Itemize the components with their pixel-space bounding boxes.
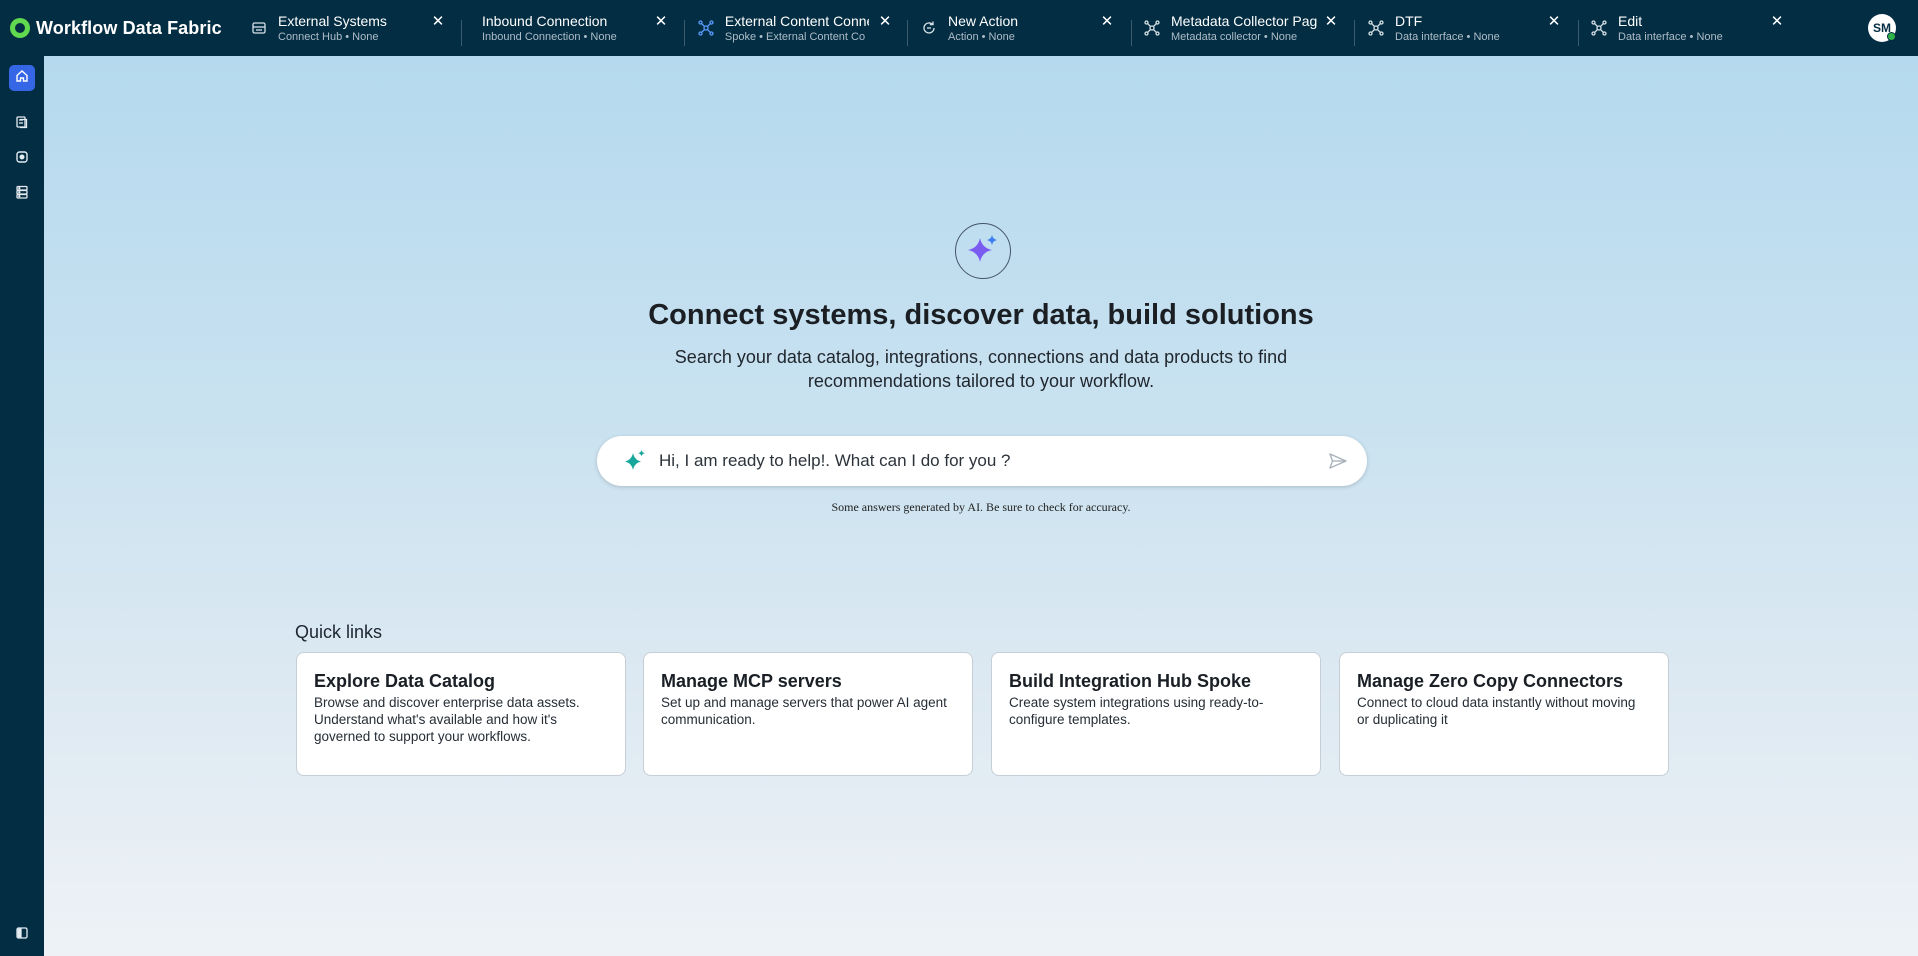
brand-logo-icon — [10, 18, 30, 38]
quick-link-build-integration-hub-spoke[interactable]: Build Integration Hub Spoke Create syste… — [991, 652, 1321, 776]
tab-subtitle: Data interface • None — [1395, 30, 1500, 43]
tab-subtitle: Inbound Connection • None — [482, 30, 617, 43]
tab-divider — [1578, 20, 1579, 46]
tab-title: Inbound Connection — [482, 12, 608, 29]
close-icon[interactable]: ✕ — [1767, 12, 1787, 32]
app-title: Workflow Data Fabric — [36, 17, 222, 38]
quick-link-explore-data-catalog[interactable]: Explore Data Catalog Browse and discover… — [296, 652, 626, 776]
sparkle-icon — [966, 232, 1000, 271]
action-refresh-icon — [920, 19, 938, 37]
tab-subtitle: Connect Hub • None — [278, 30, 379, 43]
documents-icon — [15, 115, 29, 134]
tab-metadata-collector[interactable]: Metadata Collector Page Metadata collect… — [1143, 6, 1318, 50]
tab-subtitle: Data interface • None — [1618, 30, 1723, 43]
main-content: Connect systems, discover data, build so… — [44, 56, 1918, 956]
collapse-sidebar-button[interactable] — [9, 922, 35, 948]
close-icon[interactable]: ✕ — [428, 12, 448, 32]
close-icon[interactable]: ✕ — [1321, 12, 1341, 32]
tab-inbound-connection[interactable]: Inbound Connection Inbound Connection • … — [482, 6, 652, 50]
network-nodes-icon — [1367, 19, 1385, 37]
card-title: Manage Zero Copy Connectors — [1357, 671, 1624, 691]
tab-title: Metadata Collector Page — [1171, 12, 1317, 29]
collapse-sidebar-icon — [15, 926, 29, 945]
online-status-icon — [1887, 32, 1896, 41]
card-description: Create system integrations using ready-t… — [1009, 695, 1264, 727]
sidebar — [0, 56, 44, 956]
quick-link-manage-zero-copy-connectors[interactable]: Manage Zero Copy Connectors Connect to c… — [1339, 652, 1669, 776]
target-icon — [15, 150, 29, 169]
tab-divider — [1354, 20, 1355, 46]
sidebar-item-target[interactable] — [9, 146, 35, 172]
network-nodes-icon — [697, 19, 715, 37]
tab-subtitle: Metadata collector • None — [1171, 30, 1298, 43]
home-icon — [15, 69, 29, 88]
tab-divider — [461, 20, 462, 46]
card-title: Explore Data Catalog — [314, 671, 496, 691]
card-title: Build Integration Hub Spoke — [1009, 671, 1251, 691]
close-icon[interactable]: ✕ — [1544, 12, 1564, 32]
tab-edit[interactable]: Edit Data interface • None — [1590, 6, 1770, 50]
page-subtitle: Search your data catalog, integrations, … — [674, 347, 1288, 391]
tab-divider — [1131, 20, 1132, 46]
brand[interactable]: Workflow Data Fabric — [10, 14, 222, 42]
tab-subtitle: Spoke • External Content Co — [724, 30, 866, 43]
sidebar-item-documents[interactable] — [9, 111, 35, 137]
sidebar-item-data[interactable] — [9, 181, 35, 207]
tab-subtitle: Action • None — [948, 30, 1015, 43]
card-description: Set up and manage servers that power AI … — [661, 695, 947, 727]
ai-disclaimer: Some answers generated by AI. Be sure to… — [831, 500, 1131, 514]
tab-title: Edit — [1618, 12, 1643, 29]
tab-divider — [907, 20, 908, 46]
hero-badge — [955, 223, 1011, 279]
tab-dtf[interactable]: DTF Data interface • None — [1367, 6, 1547, 50]
top-bar: Workflow Data Fabric External Systems Co… — [0, 0, 1918, 56]
data-stack-icon — [15, 185, 29, 204]
close-icon[interactable]: ✕ — [651, 12, 671, 32]
tab-divider — [684, 20, 685, 46]
tab-external-systems[interactable]: External Systems Connect Hub • None — [250, 6, 450, 50]
ai-search-bar — [597, 436, 1367, 486]
network-nodes-icon — [1590, 19, 1608, 37]
quick-links-title: Quick links — [295, 622, 383, 642]
tab-title: External Content Conne — [724, 12, 869, 29]
tab-title: External Systems — [278, 12, 387, 29]
sidebar-item-home[interactable] — [9, 65, 35, 91]
close-icon[interactable]: ✕ — [1097, 12, 1117, 32]
tab-title: New Action — [948, 12, 1019, 29]
quick-link-manage-mcp-servers[interactable]: Manage MCP servers Set up and manage ser… — [643, 652, 973, 776]
send-icon[interactable] — [1327, 450, 1349, 472]
close-icon[interactable]: ✕ — [875, 12, 895, 32]
tab-title: DTF — [1395, 12, 1423, 29]
tab-new-action[interactable]: New Action Action • None — [920, 6, 1100, 50]
card-title: Manage MCP servers — [661, 671, 842, 691]
network-nodes-icon — [1143, 19, 1161, 37]
card-description: Browse and discover enterprise data asse… — [314, 695, 580, 744]
ai-prompt-input[interactable] — [659, 448, 1299, 474]
tab-external-content-connector[interactable]: External Content Conne Spoke • External … — [697, 6, 869, 50]
page-title: Connect systems, discover data, build so… — [648, 299, 1314, 331]
sparkle-icon — [623, 449, 647, 473]
card-description: Connect to cloud data instantly without … — [1357, 695, 1636, 727]
database-stack-icon — [250, 19, 268, 37]
